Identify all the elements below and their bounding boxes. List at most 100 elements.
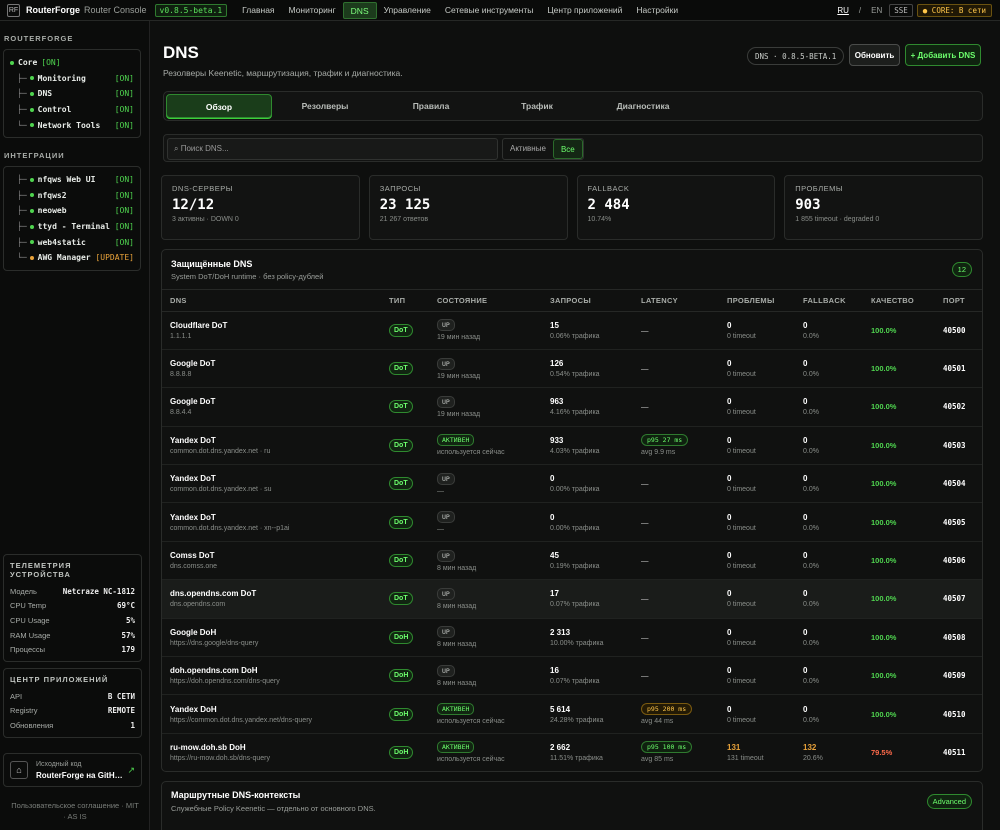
fallback-count: 0 bbox=[803, 551, 808, 561]
type-badge: DoT bbox=[389, 362, 413, 376]
cell-state: АКТИВЕН используется сейчас bbox=[437, 733, 550, 771]
sidebar-item[interactable]: ├─ DNS [ON] bbox=[4, 86, 140, 102]
quality-value: 100.0% bbox=[871, 671, 897, 681]
cell-state: UP 8 мин назад bbox=[437, 541, 550, 581]
cell-state: UP — bbox=[437, 464, 550, 504]
row-value: 1 bbox=[130, 720, 135, 730]
add-dns-button[interactable]: + Добавить DNS bbox=[905, 44, 981, 66]
sidebar-item[interactable]: ├─ neoweb [ON] bbox=[4, 203, 140, 219]
cell-state: UP 19 мин назад bbox=[437, 349, 550, 389]
table-row[interactable]: Yandex DoT common.dot.dns.yandex.net · ru… bbox=[162, 426, 982, 466]
core-status-badge: ● CORE: В сети bbox=[916, 3, 992, 17]
sidebar-item-core[interactable]: Core [ON] bbox=[4, 55, 140, 71]
telemetry-row: Registry REMOTE bbox=[10, 704, 135, 719]
sidebar-item[interactable]: └─ Network Tools [ON] bbox=[4, 117, 140, 133]
tab-2[interactable]: Резолверы bbox=[272, 94, 378, 118]
cell-fallback: 0 0.0% bbox=[803, 502, 871, 542]
problems-timeouts: 0 timeout bbox=[727, 678, 756, 686]
cell-port: 40505 bbox=[943, 502, 982, 542]
table-row[interactable]: Google DoH https://dns.google/dns-query Do… bbox=[162, 618, 982, 658]
dns-address: https://common.dot.dns.yandex.net/dns-qu… bbox=[170, 716, 313, 724]
sidebar-item[interactable]: ├─ nfqws Web UI [ON] bbox=[4, 172, 140, 188]
nav-link-3[interactable]: DNS bbox=[342, 1, 377, 19]
table-row[interactable]: Google DoT 8.8.4.4 DoT UP 19 мин назад 963 4.1… bbox=[162, 387, 982, 427]
filter-active-button[interactable]: Активные bbox=[503, 139, 553, 159]
filter-all-button[interactable]: Все bbox=[552, 139, 583, 159]
state-badge: UP bbox=[437, 549, 455, 562]
tab-3[interactable]: Правила bbox=[378, 94, 484, 118]
state-badge: АКТИВЕН bbox=[437, 703, 475, 716]
license-link[interactable]: Пользовательское соглашение · MIT bbox=[0, 801, 150, 810]
cell-problems: 0 0 timeout bbox=[727, 464, 803, 504]
cell-problems: 0 0 timeout bbox=[727, 656, 803, 696]
sidebar-item[interactable]: ├─ web4static [ON] bbox=[4, 234, 140, 250]
state-time: используется сейчас bbox=[437, 718, 505, 726]
tab-4[interactable]: Трафик bbox=[484, 94, 590, 118]
stat-card: DNS-СЕРВЕРЫ 12/12 3 активны · DOWN 0 bbox=[161, 175, 360, 240]
table-row[interactable]: Cloudflare DoT 1.1.1.1 DoT UP 19 мин назад 15… bbox=[162, 311, 982, 350]
cell-state: АКТИВЕН используется сейчас bbox=[437, 426, 550, 466]
nav-link-7[interactable]: Настройки bbox=[629, 2, 685, 19]
github-link[interactable]: ⌂ Исходный код RouterForge на GitH… ↗ bbox=[3, 753, 142, 787]
cell-dns: Yandex DoT common.dot.dns.yandex.net · su bbox=[162, 464, 389, 504]
nav-link-6[interactable]: Центр приложений bbox=[540, 2, 629, 19]
dns-address: 8.8.4.4 bbox=[170, 409, 192, 417]
telemetry-row: CPU Temp 69°C bbox=[10, 599, 135, 614]
cell-problems: 0 0 timeout bbox=[727, 349, 803, 389]
cell-problems: 131 131 timeout bbox=[727, 733, 803, 771]
stat-card: ПРОБЛЕМЫ 903 1 855 timeout · degraded 0 bbox=[784, 175, 983, 240]
nav-link-5[interactable]: Сетевые инструменты bbox=[438, 2, 540, 19]
sidebar-item[interactable]: ├─ ttyd - Terminal [ON] bbox=[4, 219, 140, 235]
problems-timeouts: 0 timeout bbox=[727, 563, 756, 571]
latency-badge: p95 27 ms bbox=[641, 434, 689, 447]
problems-count: 0 bbox=[727, 397, 732, 407]
cell-type: DoT bbox=[389, 349, 437, 389]
cell-port: 40504 bbox=[943, 464, 982, 504]
fallback-share: 0.0% bbox=[803, 409, 819, 417]
sidebar-item[interactable]: └─ AWG Manager [UPDATE] bbox=[4, 250, 140, 266]
dns-address: https://doh.opendns.com/dns-query bbox=[170, 678, 280, 686]
cell-quality: 100.0% bbox=[871, 349, 943, 389]
logo-icon[interactable]: RF bbox=[7, 3, 20, 17]
table-row[interactable]: Google DoT 8.8.8.8 DoT UP 19 мин назад 126 0.5… bbox=[162, 349, 982, 389]
table-row[interactable]: Yandex DoH https://common.dot.dns.yandex.… bbox=[162, 694, 982, 734]
nav-link-1[interactable]: Главная bbox=[235, 2, 281, 19]
refresh-button[interactable]: Обновить bbox=[849, 44, 900, 66]
table-row[interactable]: ru-mow.doh.sb DoH https://ru-mow.doh.sb/d… bbox=[162, 733, 982, 771]
sidebar: ROUTERFORGE Core [ON] ├─ Monitoring [ON] ├─… bbox=[0, 21, 150, 830]
tree-branch: └─ bbox=[17, 253, 27, 263]
sidebar-item[interactable]: ├─ Monitoring [ON] bbox=[4, 71, 140, 87]
table-row[interactable]: Comss DoT dns.comss.one DoT UP 8 мин назад 45… bbox=[162, 541, 982, 581]
table-row[interactable]: doh.opendns.com DoH https://doh.opendns.c… bbox=[162, 656, 982, 696]
requests-count: 16 bbox=[550, 666, 559, 676]
telemetry-row: Процессы 179 bbox=[10, 642, 135, 657]
core-module-box: Core [ON] ├─ Monitoring [ON] ├─ DNS [ON] ├─ Con… bbox=[3, 49, 141, 138]
sidebar-item[interactable]: ├─ Control [ON] bbox=[4, 102, 140, 118]
dns-address: dns.opendns.com bbox=[170, 601, 226, 609]
panel-subtitle: System DoT/DoH runtime · без policy-дубл… bbox=[171, 272, 324, 281]
sidebar-item-label: AWG Manager bbox=[37, 253, 91, 263]
state-time: используется сейчас bbox=[437, 449, 505, 457]
cell-fallback: 0 0.0% bbox=[803, 656, 871, 696]
problems-count: 0 bbox=[727, 589, 732, 599]
cell-type: DoH bbox=[389, 733, 437, 771]
nav-link-4[interactable]: Управление bbox=[377, 2, 438, 19]
search-input[interactable]: ⌕ Поиск DNS... bbox=[167, 138, 498, 160]
sidebar-item[interactable]: ├─ nfqws2 [ON] bbox=[4, 188, 140, 204]
tree-branch: ├─ bbox=[17, 73, 27, 83]
lang-ru-button[interactable]: RU bbox=[834, 6, 852, 15]
requests-share: 10.00% трафика bbox=[550, 639, 604, 647]
tab-5[interactable]: Диагностика bbox=[590, 94, 696, 118]
port-value: 40503 bbox=[943, 440, 966, 450]
lang-en-button[interactable]: EN bbox=[868, 6, 885, 15]
cell-dns: doh.opendns.com DoH https://doh.opendns.c… bbox=[162, 656, 389, 696]
cell-latency: — bbox=[641, 618, 727, 658]
dns-name: Google DoH bbox=[170, 627, 217, 637]
nav-link-2[interactable]: Мониторинг bbox=[282, 2, 343, 19]
table-row[interactable]: dns.opendns.com DoT dns.opendns.com DoT UP 8… bbox=[162, 579, 982, 619]
cell-dns: ru-mow.doh.sb DoH https://ru-mow.doh.sb/d… bbox=[162, 733, 389, 771]
stat-sub: 21 267 ответов bbox=[379, 216, 429, 223]
tab-1[interactable]: Обзор bbox=[166, 94, 272, 118]
table-row[interactable]: Yandex DoT common.dot.dns.yandex.net · xn… bbox=[162, 502, 982, 542]
table-row[interactable]: Yandex DoT common.dot.dns.yandex.net · su… bbox=[162, 464, 982, 504]
